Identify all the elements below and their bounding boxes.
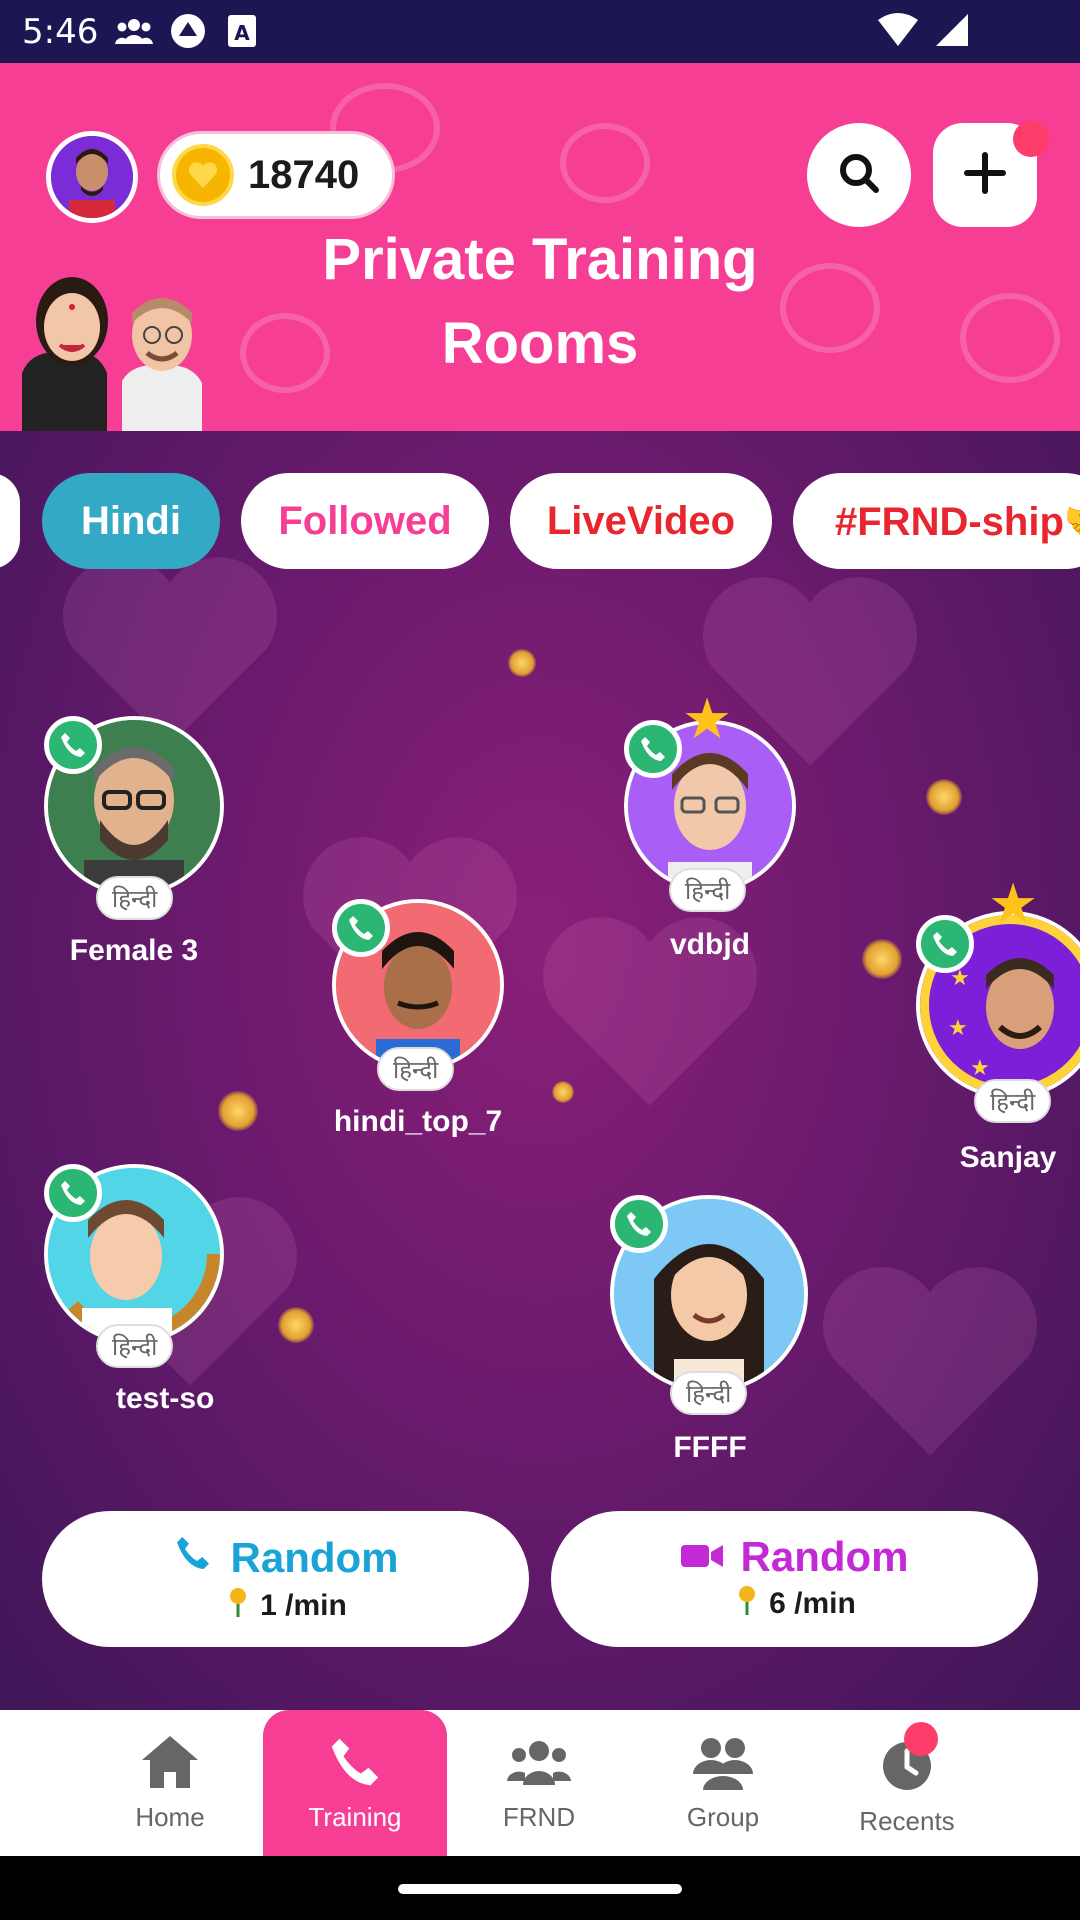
- header-banner: 18740 Private Training Rooms: [0, 63, 1080, 431]
- coin-count: 18740: [248, 152, 360, 197]
- status-notification-icons: A: [115, 12, 261, 50]
- chip-label: LiveVideo: [546, 498, 736, 543]
- group-icon: [691, 1730, 755, 1794]
- bokeh-light: [508, 649, 536, 677]
- call-available-icon: [44, 1164, 102, 1222]
- status-bar: 5:46 A: [0, 0, 1080, 63]
- group-notification-icon: [115, 12, 153, 50]
- language-badge: हिन्दी: [670, 1371, 748, 1415]
- phone-icon: [323, 1730, 387, 1794]
- heart-pattern: [560, 123, 650, 203]
- wifi-icon: [878, 12, 918, 53]
- chip-label: Hindi: [81, 498, 181, 543]
- rooms-area: Hindi Followed LiveVideo #FRND-ship🤝 हिन…: [0, 431, 1080, 1710]
- svg-text:A: A: [234, 21, 250, 45]
- star-icon: ★: [682, 687, 733, 750]
- bokeh-light: [926, 779, 962, 815]
- user-name: test-so: [116, 1382, 215, 1415]
- svg-text:★: ★: [948, 1015, 968, 1040]
- friends-icon: [507, 1730, 571, 1794]
- random-video-label: Random: [740, 1533, 909, 1580]
- user-name: hindi_top_7: [333, 1105, 503, 1138]
- language-badge: हिन्दी: [669, 868, 747, 912]
- user-name: FFFF: [673, 1431, 747, 1464]
- search-button[interactable]: [807, 123, 911, 227]
- language-badge: हिन्दी: [377, 1047, 455, 1091]
- nav-label: Recents: [859, 1806, 955, 1836]
- crown-star-icon: ★: [988, 872, 1039, 935]
- nav-label: Training: [308, 1802, 402, 1832]
- nav-group[interactable]: Group: [631, 1710, 815, 1856]
- search-icon: [837, 151, 881, 200]
- call-available-icon: [610, 1195, 668, 1253]
- rose-icon: [733, 1585, 761, 1623]
- language-badge: हिन्दी: [974, 1079, 1052, 1123]
- bokeh-light: [552, 1081, 574, 1103]
- chip-hindi[interactable]: Hindi: [42, 473, 220, 569]
- signal-icon: [934, 12, 970, 53]
- gesture-bar: [0, 1856, 1080, 1920]
- chip-partial[interactable]: [0, 473, 20, 569]
- nav-frnd[interactable]: FRND: [447, 1710, 631, 1856]
- user-card-sanjay[interactable]: ★ ★ ★ ★ हिन्दी Sanjay: [916, 872, 1080, 1191]
- random-audio-rate: 1 /min: [260, 1589, 347, 1622]
- language-badge: हिन्दी: [96, 1324, 174, 1368]
- chip-label: #FRND-ship🤝: [835, 499, 1080, 544]
- user-name: Female 3: [69, 934, 199, 967]
- user-card-hindi-top-7[interactable]: हिन्दी hindi_top_7: [332, 899, 504, 1159]
- status-time: 5:46: [22, 12, 99, 52]
- home-icon: [138, 1730, 202, 1794]
- coin-balance[interactable]: 18740: [157, 131, 395, 219]
- nav-label: Group: [686, 1802, 760, 1832]
- user-name: Sanjay: [959, 1141, 1057, 1174]
- bokeh-light: [278, 1307, 314, 1343]
- nav-label: Home: [135, 1802, 205, 1832]
- filter-chips: Hindi Followed LiveVideo #FRND-ship🤝: [0, 473, 1080, 569]
- phone-icon: [173, 1533, 213, 1583]
- nav-training[interactable]: Training: [263, 1710, 447, 1856]
- heart-pattern: [960, 293, 1060, 383]
- chip-frnd-ship[interactable]: #FRND-ship🤝: [793, 473, 1080, 569]
- status-system-icons: [878, 12, 970, 53]
- call-available-icon: [624, 720, 682, 778]
- recents-notification-dot: [904, 1722, 938, 1756]
- call-available-icon: [916, 915, 974, 973]
- user-card-test-so[interactable]: हिन्दी test-so: [44, 1164, 224, 1424]
- user-card-ffff[interactable]: हिन्दी FFFF: [610, 1195, 810, 1475]
- chip-followed[interactable]: Followed: [241, 473, 489, 569]
- nav-home[interactable]: Home: [78, 1710, 262, 1856]
- nav-label: FRND: [502, 1802, 576, 1832]
- svg-text:★: ★: [970, 1055, 990, 1080]
- chip-livevideo[interactable]: LiveVideo: [510, 473, 772, 569]
- video-camera-icon: [680, 1533, 723, 1581]
- random-video-call-button[interactable]: Random 6 /min: [551, 1511, 1038, 1647]
- random-audio-label: Random: [230, 1534, 399, 1581]
- random-audio-call-button[interactable]: Random 1 /min: [42, 1511, 529, 1647]
- language-badge: हिन्दी: [96, 876, 174, 920]
- user-card-vdbjd[interactable]: ★ हिन्दी vdbjd: [624, 687, 796, 976]
- couple-illustration: [12, 253, 212, 431]
- random-video-rate: 6 /min: [769, 1587, 856, 1620]
- background-heart: [823, 1267, 1037, 1456]
- rose-icon: [224, 1587, 252, 1625]
- keyboard-a-icon: A: [223, 12, 261, 50]
- call-available-icon: [44, 716, 102, 774]
- user-name: vdbjd: [670, 928, 750, 961]
- notification-dot: [1013, 121, 1049, 157]
- plus-icon: [963, 151, 1007, 200]
- chip-label: Followed: [278, 498, 452, 543]
- bokeh-light: [862, 939, 902, 979]
- bokeh-light: [218, 1091, 258, 1131]
- call-available-icon: [332, 899, 390, 957]
- app-logo-icon: [169, 12, 207, 50]
- user-card-female-3[interactable]: हिन्दी Female 3: [44, 716, 224, 976]
- profile-avatar[interactable]: [46, 131, 138, 223]
- coin-heart-icon: [172, 144, 234, 206]
- page-title: Private Training Rooms: [322, 227, 758, 376]
- home-indicator[interactable]: [398, 1884, 682, 1894]
